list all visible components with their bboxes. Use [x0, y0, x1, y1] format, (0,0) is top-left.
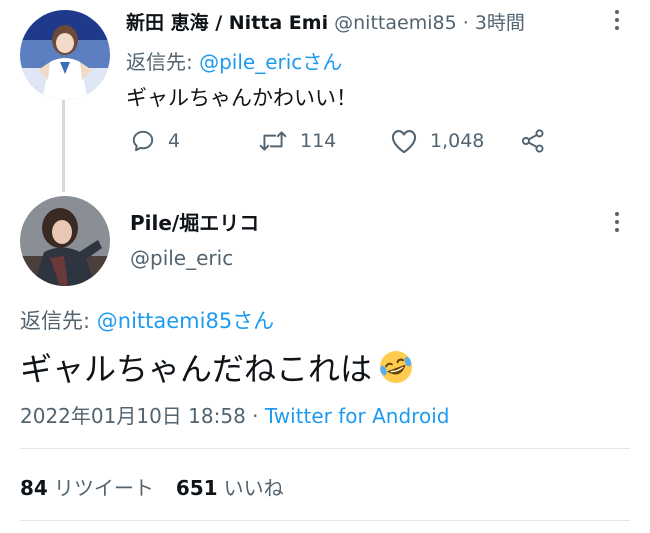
retweet-button[interactable]: 114: [258, 128, 336, 154]
tweet-meta: 2022年01月10日 18:58 · Twitter for Android: [20, 400, 449, 429]
reply-to-mention[interactable]: @pile_eric: [199, 50, 302, 74]
reply-to-suffix[interactable]: さん: [232, 309, 274, 333]
more-dots-icon[interactable]: [614, 10, 620, 34]
reply-to-mention[interactable]: @nittaemi85: [97, 309, 232, 333]
reply-to-line: 返信先: @pile_ericさん: [126, 46, 342, 75]
display-name[interactable]: 新田 恵海 / Nitta Emi: [126, 12, 328, 34]
retweets-count: 84: [20, 476, 48, 500]
user-handle[interactable]: @nittaemi85: [334, 12, 457, 34]
retweets-label: リツイート: [53, 476, 154, 500]
user-handle[interactable]: @pile_eric: [130, 246, 233, 270]
reply-to-prefix: 返信先:: [126, 50, 200, 74]
tweet-stats: 84 リツイート 651 いいね: [20, 472, 284, 501]
reply-icon: [132, 130, 154, 152]
rofl-emoji: [380, 351, 413, 383]
tweet-time[interactable]: 3時間: [475, 12, 525, 34]
more-dots-icon[interactable]: [614, 212, 620, 236]
like-button[interactable]: 1,048: [390, 128, 484, 154]
tweet-main-text-content: ギャルちゃんだねこれは: [20, 350, 373, 388]
reply-to-prefix: 返信先:: [20, 309, 97, 333]
reply-button[interactable]: 4: [130, 128, 180, 154]
like-icon: [391, 130, 417, 154]
separator-dot: ·: [462, 12, 469, 34]
likes-count: 651: [175, 476, 218, 500]
divider-top: [20, 448, 630, 449]
avatar-nitta-emi[interactable]: [20, 10, 110, 100]
tweet-source-link[interactable]: Twitter for Android: [265, 404, 450, 428]
likes-stat[interactable]: 651 いいね: [176, 476, 284, 500]
separator-dot: ·: [245, 404, 265, 428]
share-button[interactable]: [520, 128, 546, 154]
like-count: 1,048: [430, 130, 485, 152]
reply-to-line: 返信先: @nittaemi85さん: [20, 305, 274, 335]
likes-label: いいね: [223, 476, 284, 500]
display-name[interactable]: Pile/堀エリコ: [130, 207, 259, 236]
tweet-timestamp[interactable]: 2022年01月10日 18:58: [20, 404, 246, 428]
retweets-stat[interactable]: 84 リツイート: [20, 476, 154, 500]
tweet-reply-text: ギャルちゃんかわいい！: [126, 86, 357, 110]
tweet-reply-header: 新田 恵海 / Nitta Emi @nittaemi85 · 3時間: [126, 8, 525, 35]
reply-count: 4: [168, 130, 181, 152]
retweet-count: 114: [300, 130, 337, 152]
tweet-main-text: ギャルちゃんだねこれは: [20, 344, 416, 390]
avatar-pile[interactable]: [20, 196, 110, 286]
reply-to-suffix[interactable]: さん: [302, 50, 342, 74]
divider-bottom: [20, 520, 630, 521]
thread-connector-line: [62, 100, 65, 192]
share-icon: [521, 129, 544, 153]
retweet-icon: [259, 131, 287, 151]
